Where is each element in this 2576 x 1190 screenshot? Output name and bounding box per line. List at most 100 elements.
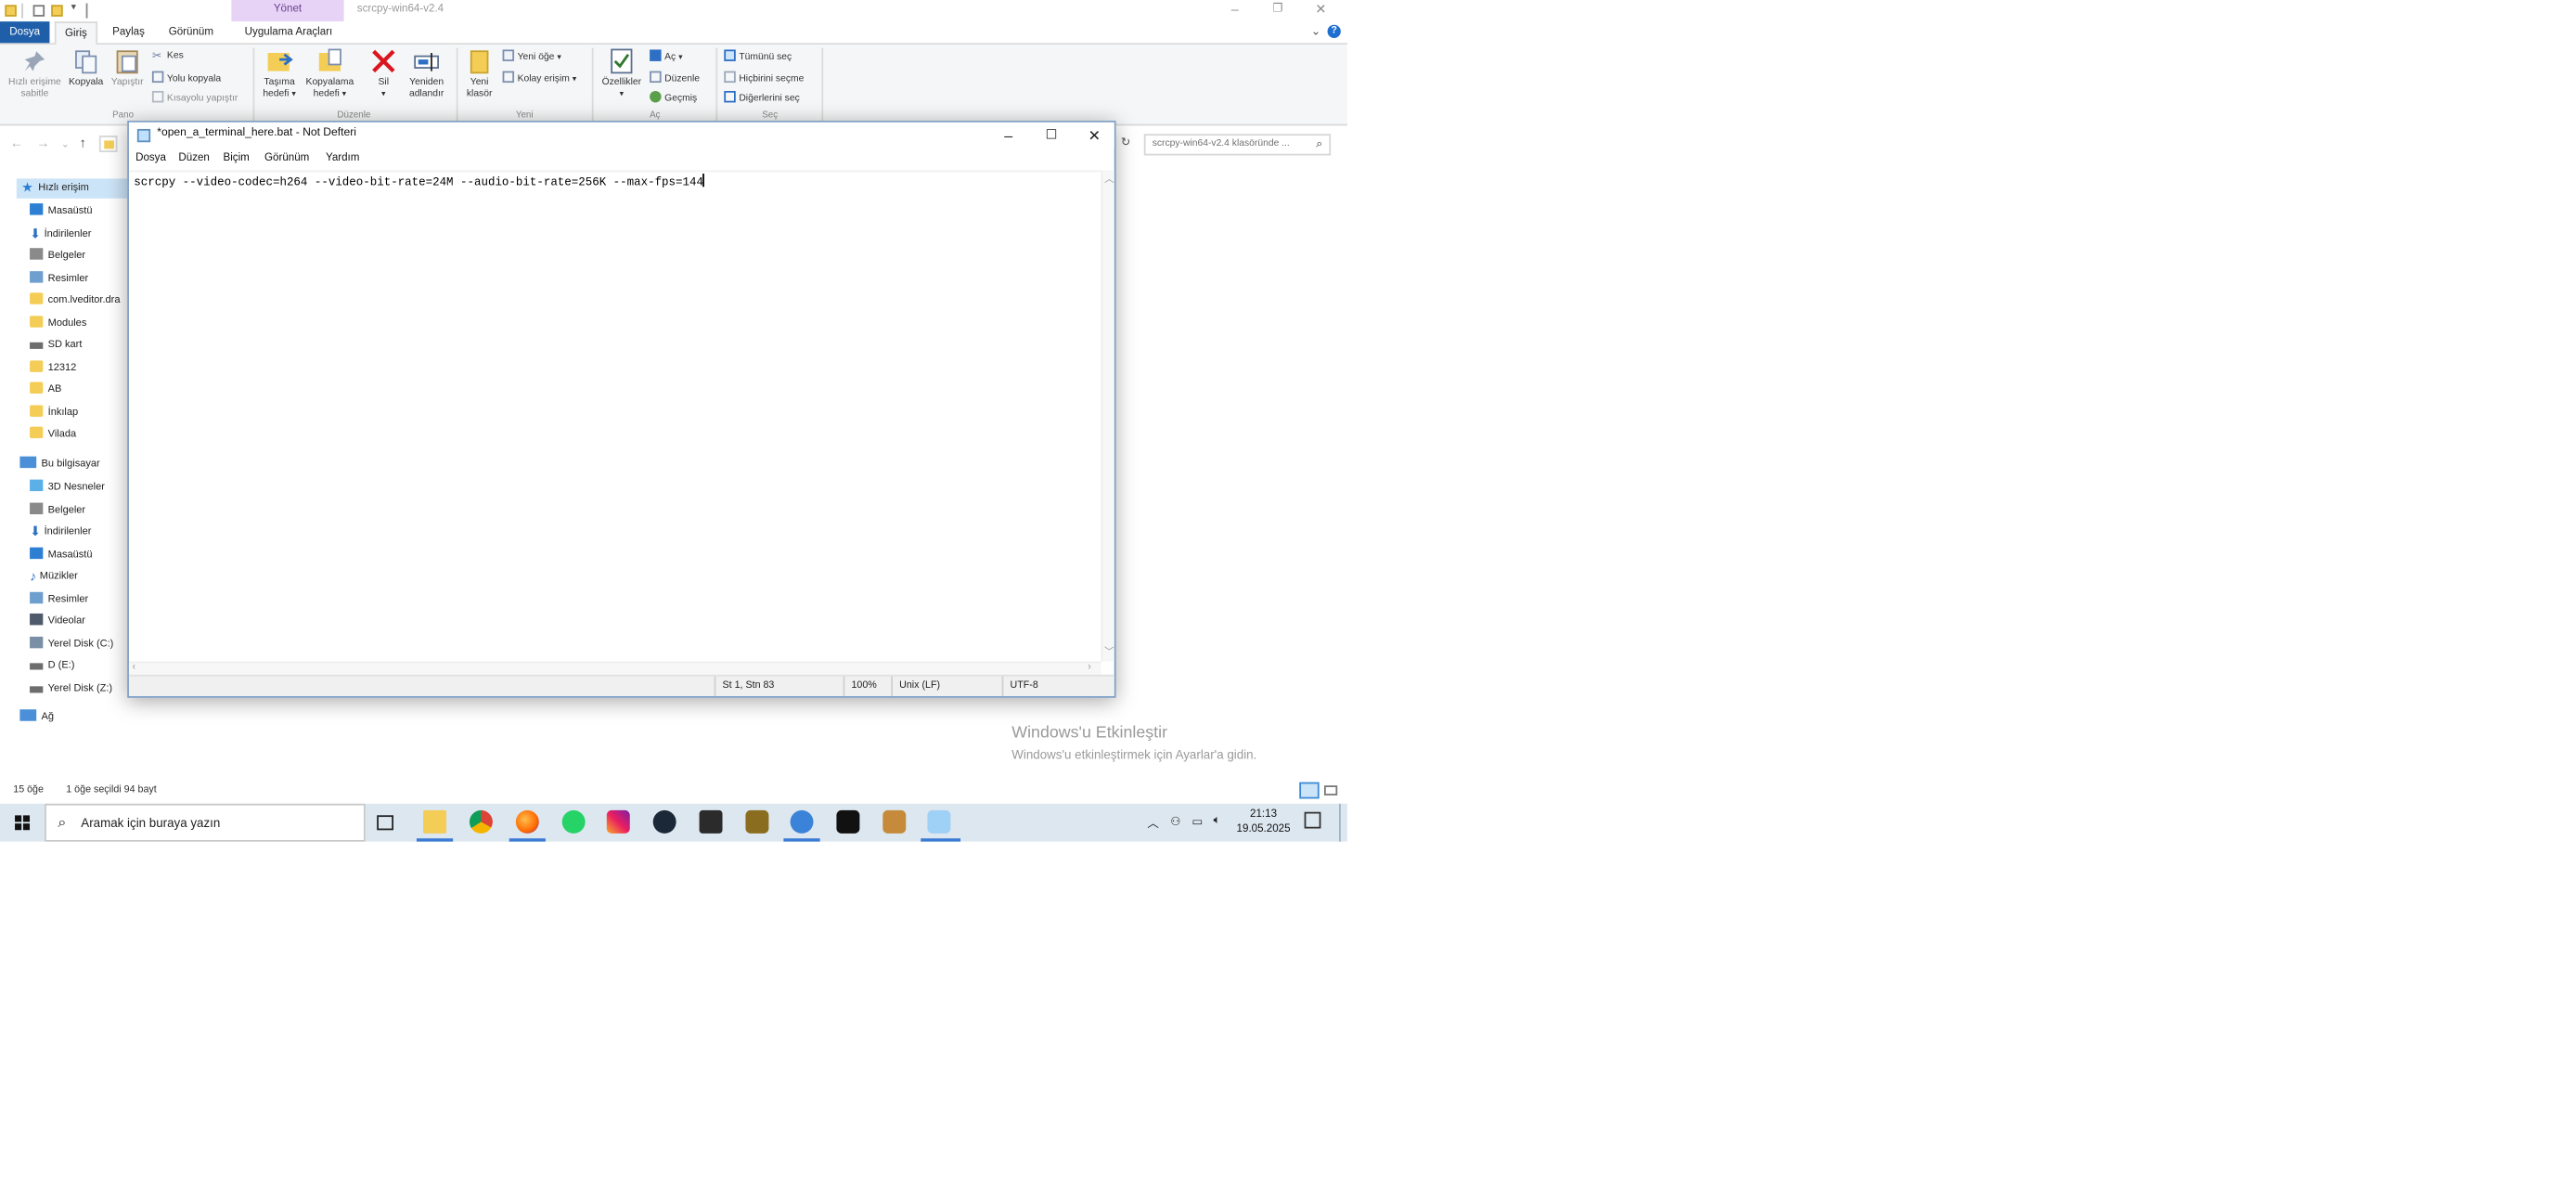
tab-file[interactable]: Dosya [0, 21, 50, 44]
nav-item-documents[interactable]: Belgeler [30, 246, 85, 265]
nav-item-drive-z[interactable]: Yerel Disk (Z:) [30, 679, 112, 698]
notepad-close-button[interactable]: ✕ [1073, 123, 1115, 149]
new-folder-icon[interactable] [51, 5, 63, 17]
menu-view[interactable]: Görünüm [264, 152, 309, 163]
nav-item-sd-card[interactable]: SD kart [30, 336, 82, 356]
details-view-icon[interactable] [1299, 782, 1320, 799]
whatsapp-icon[interactable] [561, 809, 586, 834]
volume-icon[interactable]: 🔈︎ [1214, 815, 1220, 828]
menu-file[interactable]: Dosya [135, 152, 166, 163]
rename-button[interactable]: Yeniden adlandır [402, 48, 451, 101]
edit-button[interactable]: Düzenle [650, 71, 700, 86]
nav-item-desktop[interactable]: Masaüstü [30, 201, 92, 221]
copy-button[interactable]: Kopyala [66, 48, 106, 90]
nav-item-folder[interactable]: Vilada [30, 425, 76, 445]
explorer-restore-button[interactable]: ❐ [1256, 0, 1299, 21]
delete-button[interactable]: Sil ▾ [368, 48, 398, 101]
nav-item-3d-objects[interactable]: 3D Nesneler [30, 478, 105, 498]
nav-item-folder[interactable]: 12312 [30, 358, 76, 378]
forward-arrow-icon[interactable]: → [36, 136, 49, 150]
scroll-down-icon[interactable]: ﹀ [1104, 643, 1114, 658]
ribbon-collapse-icon[interactable]: ⌄ [1311, 25, 1320, 38]
explorer-close-button[interactable]: ✕ [1299, 0, 1342, 21]
new-folder-button[interactable]: Yeni klasör [461, 48, 497, 101]
nav-item-folder[interactable]: Modules [30, 314, 86, 333]
explorer-search-input[interactable]: scrcpy-win64-v2.4 klasöründe ... ⌕ [1143, 134, 1332, 156]
select-all-button[interactable]: Tümünü seç [724, 49, 792, 64]
nav-item-downloads[interactable]: ⬇ İndirilenler [30, 224, 91, 243]
history-button[interactable]: Geçmiş [650, 90, 697, 106]
game-app-icon[interactable] [745, 809, 769, 834]
chrome-icon[interactable] [469, 809, 493, 834]
tab-view[interactable]: Görünüm [162, 21, 221, 43]
context-tab-manage[interactable]: Yönet [231, 0, 344, 22]
steam-icon[interactable] [652, 809, 676, 834]
menu-format[interactable]: Biçim [224, 152, 250, 163]
nav-item-downloads[interactable]: ⬇ İndirilenler [30, 523, 91, 542]
nav-network[interactable]: Ağ [19, 707, 54, 727]
nav-item-drive-c[interactable]: Yerel Disk (C:) [30, 634, 113, 653]
nav-item-folder[interactable]: İnkılap [30, 403, 78, 422]
help-icon[interactable]: ? [1327, 24, 1341, 38]
nav-item-documents[interactable]: Belgeler [30, 500, 85, 520]
up-arrow-icon[interactable]: ↑ [80, 136, 86, 150]
large-icons-view-icon[interactable] [1323, 785, 1338, 795]
nav-item-folder[interactable]: AB [30, 381, 61, 400]
scroll-up-icon[interactable]: ︿ [1104, 170, 1114, 186]
task-view-icon[interactable] [377, 815, 393, 831]
nav-item-desktop[interactable]: Masaüstü [30, 545, 92, 564]
recent-dropdown-icon[interactable]: ⌄ [61, 139, 70, 150]
paste-shortcut-button[interactable]: Kısayolu yapıştır [151, 90, 238, 106]
tab-share[interactable]: Paylaş [106, 21, 151, 43]
scroll-left-icon[interactable]: ‹ [133, 663, 136, 673]
notepad-maximize-button[interactable]: ☐ [1030, 123, 1073, 149]
cut-button[interactable]: ✂ Kes [152, 49, 184, 62]
menu-edit[interactable]: Düzen [178, 152, 209, 163]
blue-app-icon[interactable] [790, 809, 814, 834]
horizontal-scrollbar[interactable]: ‹ › [128, 661, 1101, 675]
nav-item-drive-e[interactable]: D (E:) [30, 656, 74, 676]
photo-app-icon[interactable] [882, 809, 907, 834]
firefox-icon[interactable] [515, 809, 539, 834]
start-button[interactable] [0, 804, 45, 842]
nav-this-pc[interactable]: Bu bilgisayar [19, 455, 100, 474]
explorer-minimize-button[interactable]: – [1214, 0, 1256, 21]
notepad-taskbar-icon[interactable] [927, 809, 951, 834]
instagram-icon[interactable] [606, 809, 630, 834]
menu-help[interactable]: Yardım [326, 152, 359, 163]
copy-to-button[interactable]: Kopyalama hedefi ▾ [303, 48, 357, 101]
paste-button[interactable]: Yapıştır [106, 48, 148, 90]
refresh-icon[interactable]: ↻ [1121, 136, 1130, 149]
notepad-text-area[interactable]: scrcpy --video-codec=h264 --video-bit-ra… [128, 170, 1101, 663]
nav-item-music[interactable]: ♪ Müzikler [30, 567, 78, 587]
nav-item-pictures[interactable]: Resimler [30, 589, 88, 609]
easy-access-button[interactable]: Kolay erişim ▾ [502, 71, 576, 86]
invert-selection-button[interactable]: Diğerlerini seç [724, 90, 800, 106]
notepad-minimize-button[interactable]: – [987, 123, 1030, 149]
file-explorer-icon[interactable] [423, 809, 447, 834]
taskbar-search-input[interactable]: ⌕ Aramak için buraya yazın [45, 803, 366, 842]
select-none-button[interactable]: Hiçbirini seçme [724, 71, 804, 86]
new-item-button[interactable]: Yeni öğe ▾ [502, 49, 561, 64]
pin-quick-access-button[interactable]: Hızlı erişime sabitle [5, 48, 64, 101]
back-arrow-icon[interactable]: ← [10, 136, 23, 150]
nav-item-folder[interactable]: com.lveditor.dra [30, 291, 120, 311]
qat-dropdown-icon[interactable]: ▾ [71, 2, 76, 14]
notification-center-icon[interactable] [1304, 811, 1321, 829]
nav-item-videos[interactable]: Videolar [30, 612, 85, 631]
taskbar-clock[interactable]: 21:13 19.05.2025 [1237, 807, 1291, 836]
network-status-icon[interactable]: ▭ [1191, 815, 1203, 828]
tab-app-tools[interactable]: Uygulama Araçları [238, 21, 340, 43]
move-to-button[interactable]: Taşıma hedefi ▾ [258, 48, 301, 101]
scroll-right-icon[interactable]: › [1088, 663, 1091, 673]
tray-chevron-up-icon[interactable]: ︿ [1147, 815, 1158, 832]
properties-icon[interactable] [32, 5, 45, 17]
vertical-scrollbar[interactable]: ︿ ﹀ [1101, 170, 1114, 662]
show-desktop-button[interactable] [1339, 803, 1341, 842]
capcut-icon[interactable] [836, 809, 860, 834]
properties-button[interactable]: Özellikler ▾ [597, 48, 646, 101]
open-button[interactable]: Aç ▾ [650, 49, 683, 64]
copy-path-button[interactable]: Yolu kopyala [151, 71, 221, 86]
tab-home[interactable]: Giriş [54, 21, 98, 45]
shield-app-icon[interactable] [699, 809, 723, 834]
